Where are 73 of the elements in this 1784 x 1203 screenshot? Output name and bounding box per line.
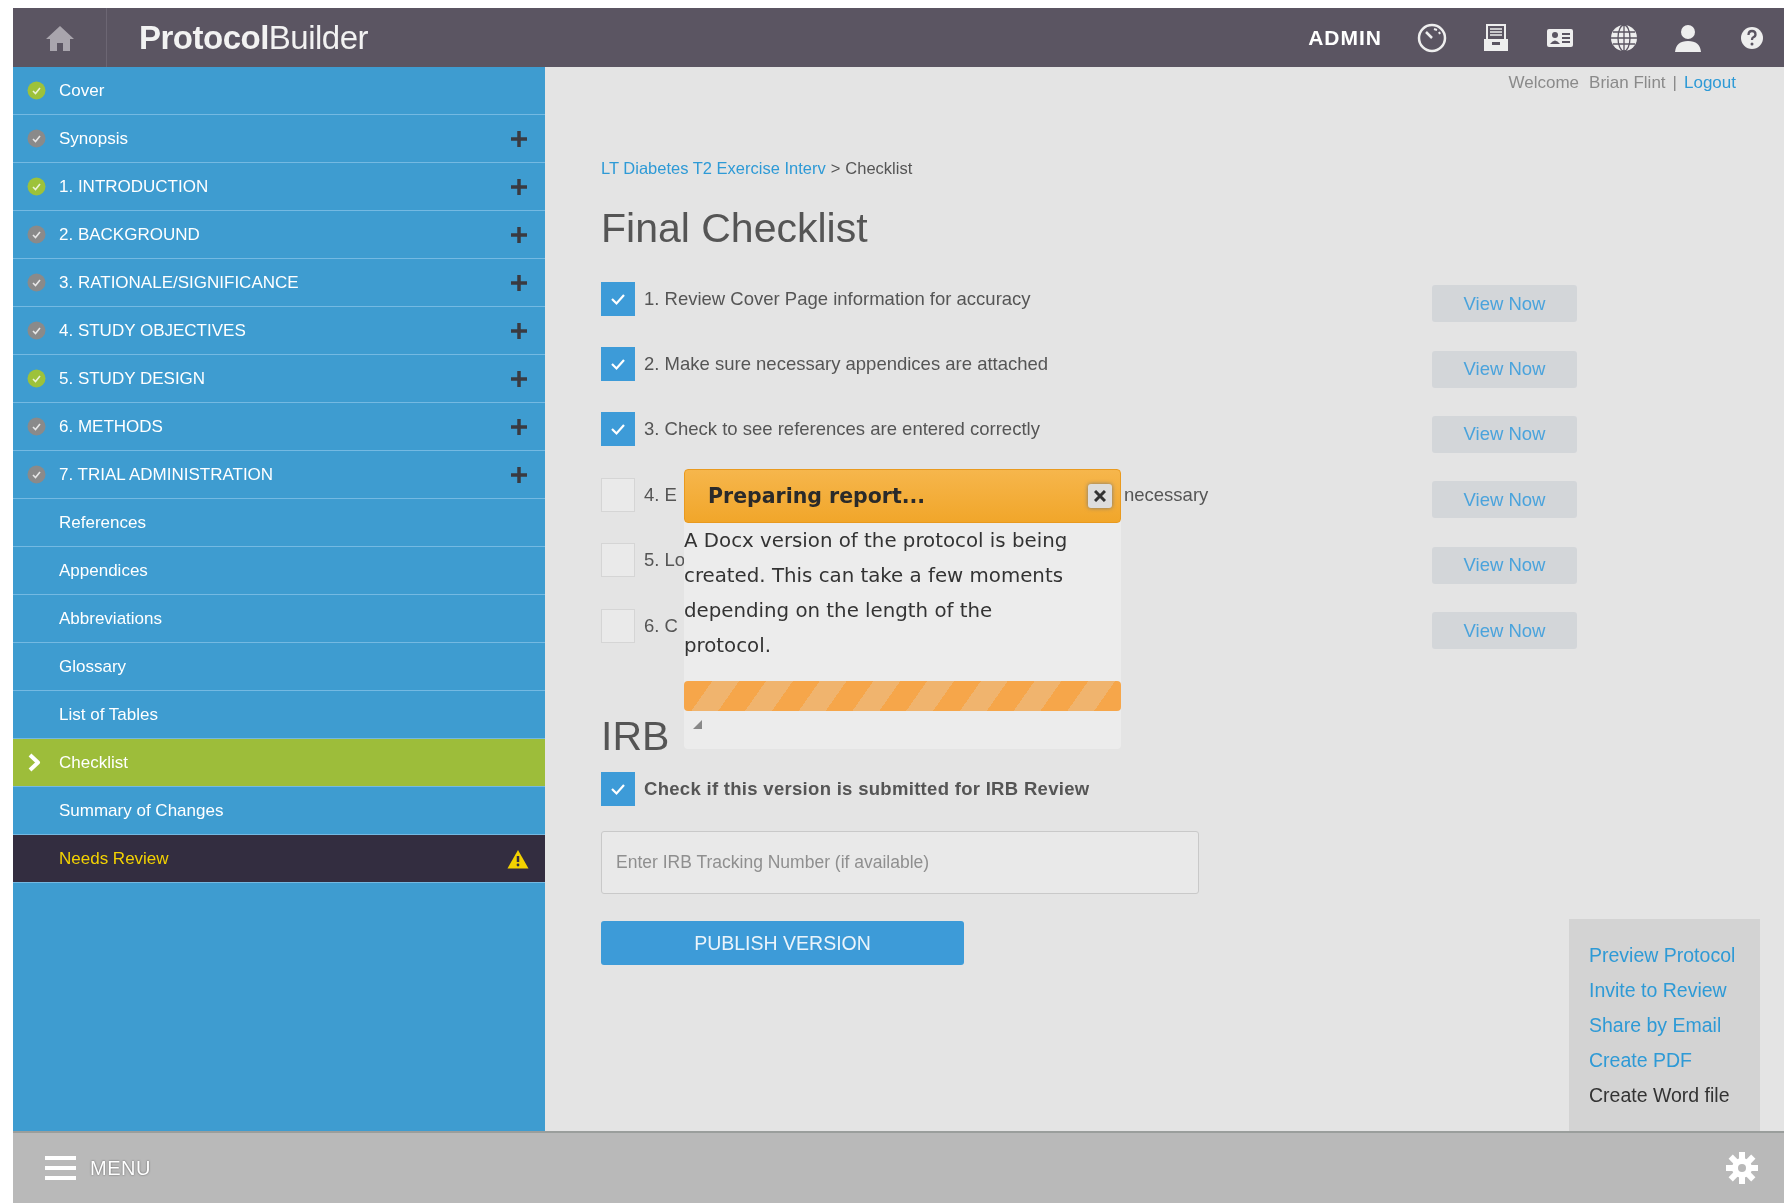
globe-icon[interactable] — [1609, 22, 1639, 53]
dialog-title: Preparing report... — [708, 484, 927, 508]
sidebar-item[interactable]: 4. STUDY OBJECTIVES — [13, 307, 545, 355]
view-now-button[interactable]: View Now — [1432, 612, 1577, 650]
app-logo: ProtocolBuilder — [139, 18, 369, 57]
sidebar-item[interactable]: 5. STUDY DESIGN — [13, 355, 545, 403]
sidebar-item[interactable]: Cover — [13, 67, 545, 115]
sidebar-item[interactable]: Checklist — [13, 739, 545, 787]
section-heading: IRB — [601, 712, 670, 762]
action-link[interactable]: Invite to Review — [1589, 978, 1760, 1003]
checklist-item-text: 3. Check to see references are entered correctly — [644, 418, 1040, 441]
view-now-button[interactable]: View Now — [1432, 285, 1577, 323]
sidebar-item[interactable]: 1. INTRODUCTION — [13, 163, 545, 211]
plus-icon[interactable] — [511, 178, 527, 195]
sidebar-item[interactable]: 6. METHODS — [13, 403, 545, 451]
menu-icon — [45, 1155, 76, 1181]
checkbox[interactable] — [601, 347, 635, 382]
welcome-text: Welcome — [1508, 73, 1580, 93]
checkbox[interactable] — [601, 412, 635, 447]
view-now-button[interactable]: View Now — [1432, 481, 1577, 519]
inbox-tray-icon[interactable] — [1481, 22, 1511, 53]
menu-button[interactable]: MENU — [45, 1155, 151, 1181]
checklist-item-text: 6. C — [644, 614, 678, 637]
plus-icon[interactable] — [511, 130, 527, 147]
page-title: Final Checklist — [601, 204, 869, 253]
user-icon[interactable] — [1673, 22, 1703, 53]
action-link[interactable]: Share by Email — [1589, 1013, 1760, 1038]
plus-icon[interactable] — [511, 418, 527, 435]
chevron-right-icon — [27, 753, 41, 772]
sidebar-item[interactable]: References — [13, 499, 545, 547]
checkbox[interactable] — [601, 281, 635, 316]
sidebar-item[interactable]: 3. RATIONALE/SIGNIFICANCE — [13, 259, 545, 307]
close-button[interactable] — [1088, 484, 1112, 508]
warning-icon — [507, 848, 529, 869]
checklist-item-text: 1. Review Cover Page information for accuracy — [644, 287, 1031, 310]
checklist-item-text: 5. Lo — [644, 549, 686, 571]
plus-icon[interactable] — [511, 274, 527, 291]
plus-icon[interactable] — [511, 226, 527, 243]
view-now-button[interactable]: View Now — [1432, 415, 1577, 453]
home-icon — [44, 23, 75, 52]
action-link[interactable]: Preview Protocol — [1589, 943, 1760, 968]
breadcrumb-link[interactable]: LT Diabetes T2 Exercise Interv — [601, 155, 826, 181]
action-link[interactable]: Create Word file — [1589, 1083, 1760, 1108]
plus-icon[interactable] — [511, 370, 527, 387]
checklist-item-text: 2. Make sure necessary appendices are attached — [644, 353, 1049, 376]
publish-button[interactable]: PUBLISH VERSION — [601, 921, 964, 966]
checklist-item-text: necessary — [1124, 483, 1209, 506]
resize-handle-icon[interactable] — [693, 720, 702, 729]
gauge-icon[interactable] — [1417, 22, 1447, 53]
checkbox-label: Check if this version is submitted for IRB Review — [644, 778, 1090, 801]
breadcrumb-current: Checklist — [845, 158, 913, 179]
logout-link[interactable]: Logout — [1684, 73, 1736, 93]
view-now-button[interactable]: View Now — [1432, 350, 1577, 388]
checkbox[interactable] — [601, 772, 635, 807]
sidebar-item[interactable]: Glossary — [13, 643, 545, 691]
sidebar-item[interactable]: 2. BACKGROUND — [13, 211, 545, 259]
separator-text: | — [1672, 73, 1677, 93]
action-link[interactable]: Create PDF — [1589, 1048, 1760, 1073]
user-name: Brian Flint — [1589, 73, 1666, 93]
tracking-number-field[interactable]: Enter IRB Tracking Number (if available) — [601, 831, 1199, 895]
role-label: ADMIN — [1308, 25, 1382, 50]
breadcrumb-separator: > — [830, 158, 841, 179]
plus-icon[interactable] — [511, 322, 527, 339]
dialog-message: A Docx version of the protocol is being created. This can take a few moments depending on the length of the protocol. — [684, 528, 1069, 659]
sidebar-item[interactable]: Appendices — [13, 547, 545, 595]
close-icon — [1094, 490, 1106, 502]
view-now-button[interactable]: View Now — [1432, 546, 1577, 584]
checklist-item-text: 4. E — [644, 483, 677, 506]
sidebar-item[interactable]: Abbreviations — [13, 595, 545, 643]
sidebar-item[interactable]: Needs Review — [13, 835, 545, 883]
sidebar-item[interactable]: 7. TRIAL ADMINISTRATION — [13, 451, 545, 499]
sidebar-item[interactable]: Synopsis — [13, 115, 545, 163]
plus-icon[interactable] — [511, 466, 527, 483]
